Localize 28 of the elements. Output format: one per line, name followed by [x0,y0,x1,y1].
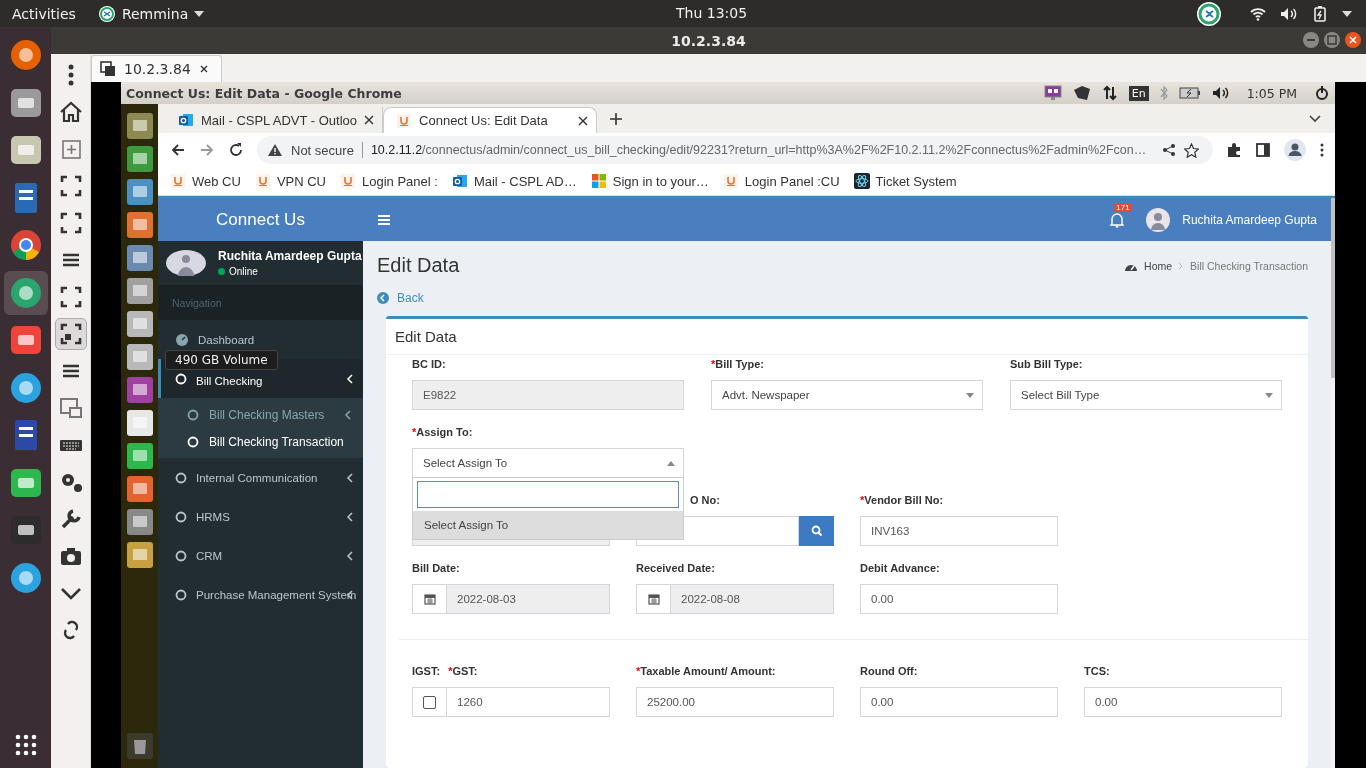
field-label: Sub Bill Type: [1010,358,1083,372]
field-label: *Assign To: [412,426,473,440]
window-title: Connect Us: Edit Data - Google Chrome [126,85,402,101]
notification-count: 171 [1114,202,1132,212]
user-name: Ruchita Amardeep Gupta [218,249,362,263]
app-title: Connect Us [216,209,305,230]
field-label: *Vendor Bill No: [860,494,944,508]
field-label: BC ID: [412,358,446,372]
field-label: *Bill Type: [711,358,764,372]
section-header: Navigation [158,285,363,320]
field-label: IGST: [412,665,441,679]
field-label: *GST: [448,665,478,679]
field-label: Round Off: [860,665,918,679]
clock: Thu 13:05 [676,5,748,21]
card-title: Edit Data [395,328,457,345]
field-label: O No: [689,494,720,508]
page-title: Edit Data [377,254,460,277]
breadcrumb-item: Bill Checking Transaction [1190,259,1308,272]
field-label: Debit Advance: [860,562,940,576]
window-title: 10.2.3.84 [671,32,746,49]
status-label: Online [218,266,362,277]
security-label: Not secure [291,142,354,158]
field-label: TCS: [1084,665,1110,679]
url-text: 10.2.11.2/connectus/admin/connect_us_bill_checking/edit/92231?return_url=http%3A%2F%2F10.2.11.2%2Fconnectus%2Fadmin%2Fcon… [370,143,1148,157]
tooltip: 490 GB Volume [165,350,278,370]
field-label: *Taxable Amount/ Amount: [636,665,776,679]
field-label: Bill Date: [412,562,460,576]
field-label: Received Date: [636,562,715,576]
